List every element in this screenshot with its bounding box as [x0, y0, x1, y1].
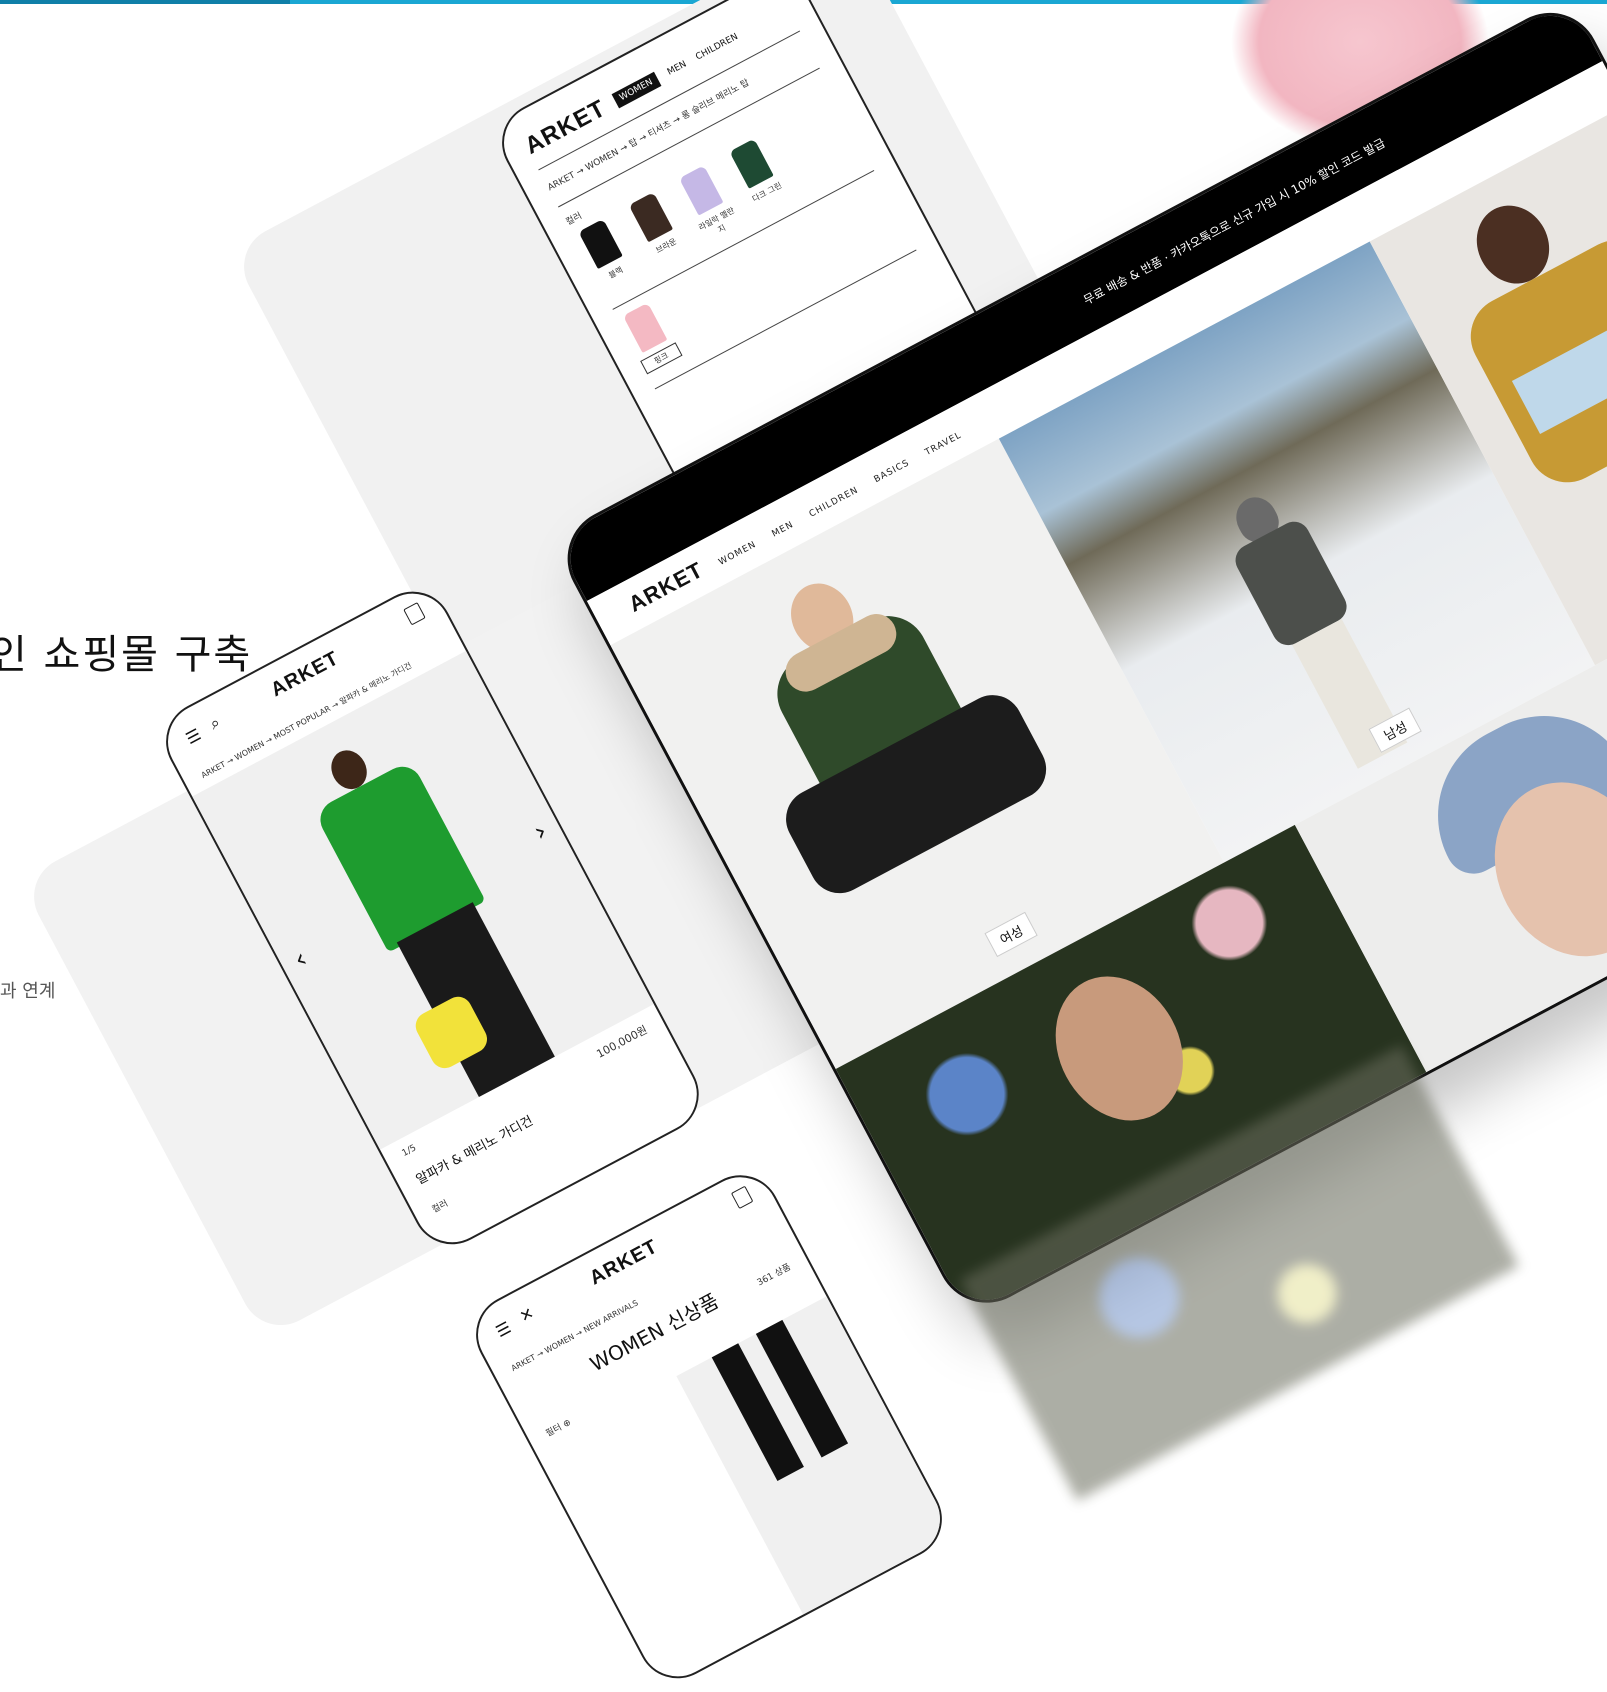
- nav-women[interactable]: WOMEN: [717, 539, 758, 567]
- tile-caption-women[interactable]: 여성: [984, 911, 1038, 958]
- page-headline: 인 쇼핑몰 구축: [0, 632, 253, 678]
- trousers: [396, 902, 555, 1098]
- tab-women[interactable]: WOMEN: [611, 71, 662, 109]
- next-arrow-icon[interactable]: ›: [529, 816, 552, 847]
- new-arrivals-phone: ☰ ✕ ARKET ARKET → WOMEN → NEW ARRIVALS W…: [462, 1161, 956, 1692]
- swatch-brown[interactable]: 브라운: [623, 189, 686, 260]
- menu-icon[interactable]: ☰: [183, 725, 205, 749]
- nav-men[interactable]: MEN: [770, 519, 795, 539]
- search-icon[interactable]: ⌕: [206, 712, 223, 734]
- tab-children[interactable]: CHILDREN: [694, 32, 740, 63]
- close-icon[interactable]: ✕: [516, 1303, 537, 1326]
- swatch-pink[interactable]: 핑크: [618, 300, 683, 375]
- top-accent-segment: [0, 0, 290, 4]
- image-pager: 1/5: [400, 1143, 419, 1159]
- swatch-dark-green[interactable]: 다크 그린: [724, 136, 787, 207]
- nav-basics[interactable]: BASICS: [872, 458, 911, 485]
- swatch-lilac[interactable]: 라일락 멜란지: [674, 162, 742, 243]
- swatch-black[interactable]: 블랙: [573, 216, 636, 287]
- bag-icon[interactable]: [403, 602, 426, 626]
- bag-icon[interactable]: [730, 1185, 754, 1210]
- page-subtext: 과 연계: [0, 981, 56, 1002]
- tab-men[interactable]: MEN: [666, 59, 689, 77]
- menu-icon[interactable]: ☰: [493, 1318, 515, 1342]
- nav-travel[interactable]: TRAVEL: [923, 430, 963, 458]
- product-count: 361 상품: [755, 1262, 793, 1289]
- prev-arrow-icon[interactable]: ‹: [289, 944, 312, 975]
- nav-children[interactable]: CHILDREN: [808, 485, 861, 519]
